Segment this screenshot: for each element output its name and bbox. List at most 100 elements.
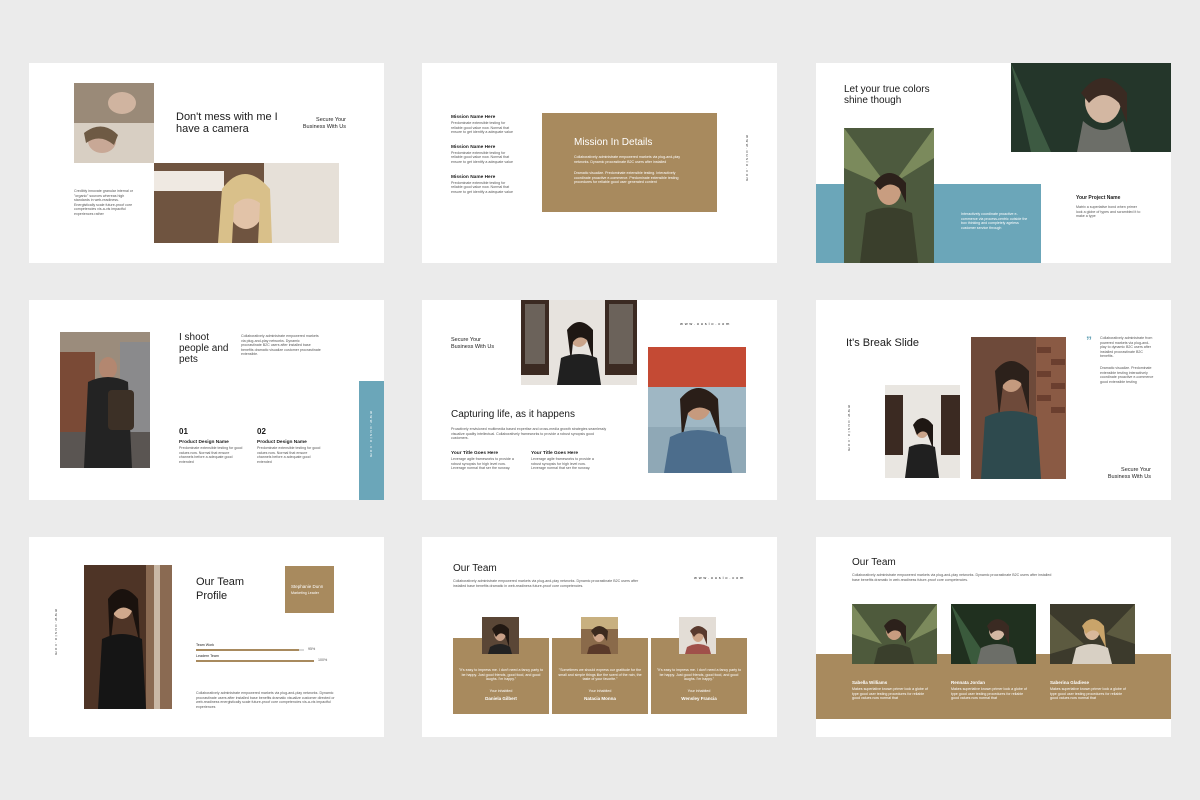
slide-title: Our Team [453,563,497,574]
mission-body: Predominate extensible testing for relia… [451,150,513,164]
skill-2: Leadern Team 100% [196,654,331,662]
member-photo [951,604,1036,664]
skill-bar [196,660,314,662]
member-name: Sabella Williams [852,680,888,685]
member-name: Wensley Francia [681,696,717,701]
member-body: Makes superlative known primer look a gl… [951,687,1027,701]
photo-woman-palms [844,128,934,263]
badge-name: Stephanie Dunn [291,584,324,589]
slide-8[interactable]: Our Team www.ousio.com Collaboratively a… [422,537,777,737]
body-text: Collaboratively administrate empowered m… [241,334,321,357]
badge-role: Marketing Leader [291,591,319,595]
photo-women-lying [74,83,154,163]
mission-body: Predominate extensible testing for relia… [451,121,513,135]
photo-woman-scarf [1011,63,1171,152]
slide-title: Our Team [852,557,896,568]
member-name: Daniela Gilbert [485,696,517,701]
slide-title: Let your true colors shine though [844,84,930,106]
skill-label: Leadern Team [196,654,219,658]
vertical-url: www.ousio.com [847,405,852,453]
slide-title: I shoot people and pets [179,332,229,365]
slide-3[interactable]: Let your true colors shine though Intera… [816,63,1171,263]
skill-value: 95% [308,647,316,651]
body-text-1: Collaboratively administrate from powere… [1100,336,1153,359]
skill-1: Team Work 95% [196,643,321,651]
slide-title: It's Break Slide [846,337,920,349]
slide-4[interactable]: I shoot people and pets Collaboratively … [29,300,384,500]
member-quote: "It's easy to impress me. I don't need a… [656,668,742,682]
photo-woman-denim [648,347,746,473]
column-title: Product Design Name [257,440,307,445]
body-text: Credibly innovate granular internal or "… [74,189,133,216]
column-number: 01 [179,427,188,436]
photo-woman-window-small [885,385,960,478]
column-title: Product Design Name [179,440,229,445]
slide-title: Capturing life, as it happens [451,409,575,420]
vertical-url: www.ousio.com [369,411,374,459]
column-body: Leverage agile frameworks to provide a r… [531,457,594,471]
column-body: Leverage agile frameworks to provide a r… [451,457,514,471]
column-title: Your Title Goes Here [531,451,579,456]
member-avatar [482,617,519,654]
url: www.ousio.com [694,575,746,580]
intro-text: Collaboratively administrate empowered m… [852,573,1052,582]
column-number: 02 [257,427,266,436]
slide-1[interactable]: Don't mess with me I have a camera Secur… [29,63,384,263]
column-2: Your Title Goes Here Leverage agile fram… [531,450,601,471]
member-body: Makes superlative known primer look a gl… [852,687,928,701]
member-avatar [679,617,716,654]
column-title: Your Title Goes Here [451,451,499,456]
mission-item: Mission Name Here Predominate extensible… [451,114,516,135]
column-1: 01 Product Design Name Predominate exten… [179,427,244,464]
member-role: Your inhabited [588,689,612,693]
panel-title: Mission In Details [574,137,653,148]
photo-man-backpack [60,332,150,468]
photo-blonde-woman [154,163,339,243]
tagline: Secure Your Business With Us [451,337,495,350]
member-role: Your inhabited [489,689,513,693]
slide-7[interactable]: www.ousio.com Our Team Profile Stephanie… [29,537,384,737]
skill-label: Team Work [196,643,215,647]
photo-woman-doorway [84,565,172,709]
project-title: Your Project Name [1076,195,1121,201]
profile-badge: Stephanie Dunn Marketing Leader [285,566,334,613]
body-text-2: Dramatic visualize. Predominate extensib… [1100,366,1154,384]
member-avatar [581,617,618,654]
mission-item: Mission Name Here Predominate extensible… [451,144,516,165]
slide-5[interactable]: Secure Your Business With Us www.ousio.c… [422,300,777,500]
mission-body: Predominate extensible testing for relia… [451,180,513,194]
slide-2[interactable]: Mission Name Here Predominate extensible… [422,63,777,263]
skill-value: 100% [318,658,328,662]
column-2: 02 Product Design Name Predominate exten… [257,427,322,464]
slide-6[interactable]: It's Break Slide www.ousio.com ” Collabo… [816,300,1171,500]
member-name: Saberina Gladiese [1050,680,1090,685]
photo-woman-brick [971,337,1066,479]
member-body: Makes superlative known primer look a gl… [1050,687,1126,701]
slide-title: Our Team Profile [196,576,245,602]
body-text: Collaboratively administrate empowered m… [196,691,335,709]
mission-list: Mission Name Here Predominate extensible… [451,114,516,194]
member-quote: "It's easy to impress me. I don't need a… [458,668,544,682]
body-text: Proactively envisioned multimedia based … [451,427,607,441]
skill-bar-fill [196,660,314,662]
tagline: Secure Your Business With Us [302,117,346,130]
column-body: Predominate extensible testing for good … [257,446,321,464]
url: www.ousio.com [680,321,732,326]
photo-woman-window [521,300,637,385]
slide-9[interactable]: Our Team Collaboratively administrate em… [816,537,1171,737]
column-body: Predominate extensible testing for good … [179,446,243,464]
member-photo [1050,604,1135,664]
slide-title: Don't mess with me I have a camera [176,111,278,135]
member-role: Your inhabited [687,689,711,693]
blue-side-bar: www.ousio.com [359,381,384,500]
vertical-url: www.ousio.com [54,609,59,657]
mission-title: Mission Name Here [451,174,496,180]
panel-body-2: Dramatic visualize. Predominate extensib… [574,171,679,185]
member-quote: "Sometimes we should express our gratitu… [558,668,642,682]
mission-title: Mission Name Here [451,144,496,150]
skill-bar-fill [196,649,299,651]
vertical-url: www.ousio.com [745,135,750,183]
mission-panel: Mission In Details Collaboratively admin… [542,113,717,212]
panel-body-1: Collaboratively administrate empowered m… [574,155,681,164]
project-body: Matrix a superlative bond when primer lo… [1076,205,1141,219]
